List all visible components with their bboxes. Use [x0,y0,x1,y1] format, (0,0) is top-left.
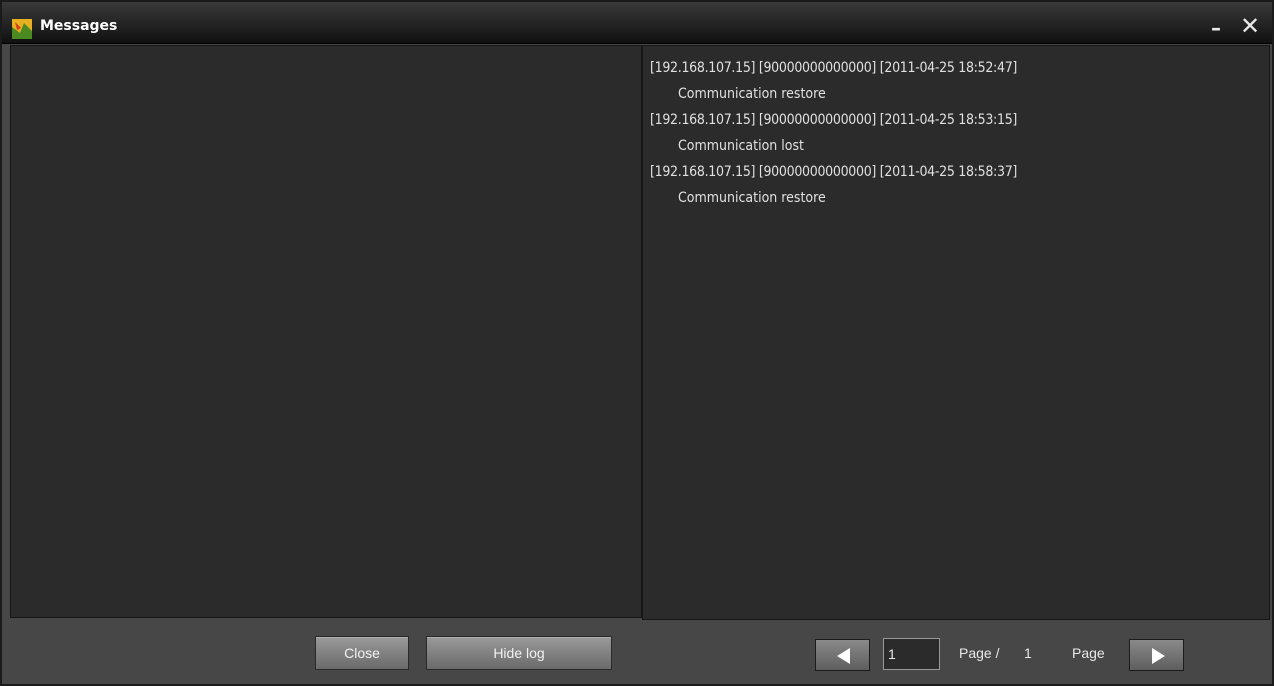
close-window-button[interactable]: ✕ [1240,14,1260,38]
next-page-button[interactable] [1129,639,1184,671]
prev-page-button[interactable] [815,639,870,671]
log-entry-message: Communication restore [678,190,826,206]
log-entry-header: [192.168.107.15] [90000000000000] [2011-… [650,60,1018,76]
page-label: Page [1072,645,1105,661]
app-logo-icon [12,19,32,39]
page-of-label: Page / [959,645,1000,661]
message-log-panel[interactable]: [192.168.107.15] [90000000000000] [2011-… [642,45,1270,620]
message-log-list: [192.168.107.15] [90000000000000] [2011-… [643,46,1269,211]
arrow-right-icon [1152,648,1165,664]
total-pages: 1 [1024,645,1032,661]
close-button[interactable]: Close [315,636,409,670]
log-entry: [192.168.107.15] [90000000000000] [2011-… [650,107,1269,159]
page-number-input[interactable] [883,638,940,670]
messages-window: Messages – ✕ [192.168.107.15] [900000000… [0,0,1274,686]
left-panel [10,45,642,618]
log-entry: [192.168.107.15] [90000000000000] [2011-… [650,55,1269,107]
log-entry-message: Communication lost [678,138,804,154]
log-entry-message: Communication restore [678,86,826,102]
minimize-button[interactable]: – [1211,16,1221,40]
arrow-left-icon [837,648,850,664]
log-entry-header: [192.168.107.15] [90000000000000] [2011-… [650,112,1018,128]
title-bar[interactable]: Messages – ✕ [2,2,1272,44]
log-entry: [192.168.107.15] [90000000000000] [2011-… [650,159,1269,211]
log-entry-header: [192.168.107.15] [90000000000000] [2011-… [650,164,1018,180]
window-title: Messages [40,18,118,34]
hide-log-button[interactable]: Hide log [426,636,612,670]
